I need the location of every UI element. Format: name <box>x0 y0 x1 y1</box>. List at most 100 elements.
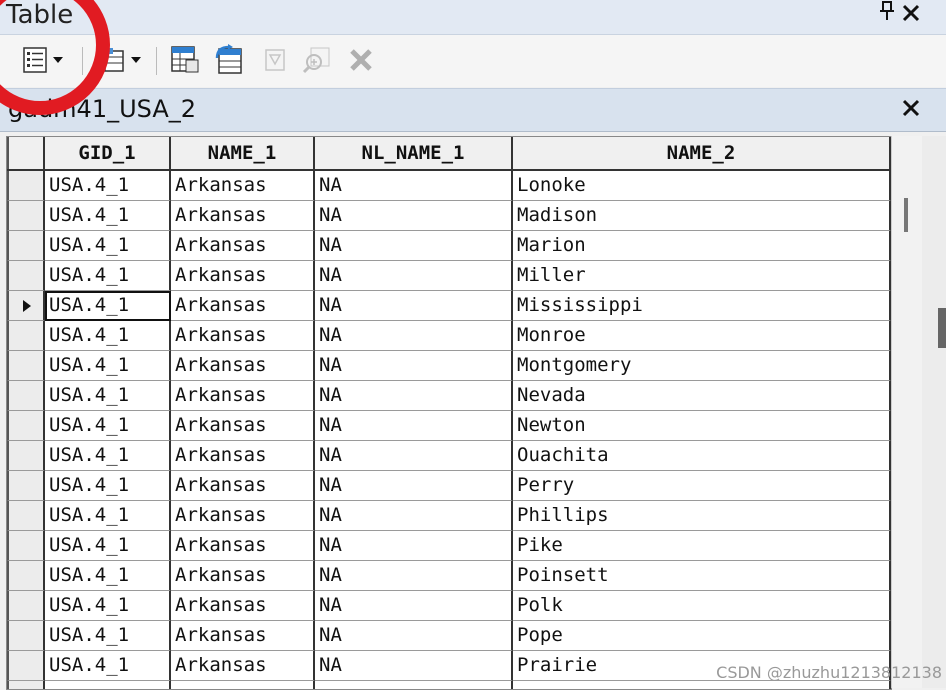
name-1-cell[interactable]: Arkansas <box>171 171 315 201</box>
gid-1-cell[interactable]: USA.4_1 <box>45 381 171 411</box>
nl-name-1-cell[interactable]: NA <box>315 441 513 471</box>
gid-1-cell[interactable]: USA.4_1 <box>45 351 171 381</box>
nl-name-1-cell[interactable]: NA <box>315 381 513 411</box>
gid-1-cell[interactable]: USA.4_1 <box>45 591 171 621</box>
gid-1-cell[interactable]: USA.4_1 <box>45 441 171 471</box>
name-1-cell[interactable]: Arkansas <box>171 561 315 591</box>
row-selector[interactable] <box>7 261 45 291</box>
row-selector[interactable] <box>7 321 45 351</box>
gid-1-cell[interactable]: USA.4_1 <box>45 261 171 291</box>
close-icon[interactable] <box>902 0 920 29</box>
column-header-nl-name-1[interactable]: NL_NAME_1 <box>315 137 513 169</box>
gid-1-cell[interactable]: USA.4_1 <box>45 501 171 531</box>
name-1-cell[interactable]: Arkansas <box>171 621 315 651</box>
switch-selection-button[interactable] <box>210 43 250 77</box>
name-2-cell[interactable]: Ouachita <box>513 441 891 471</box>
scrollbar-thumb[interactable] <box>904 198 908 232</box>
name-1-cell[interactable]: Arkansas <box>171 591 315 621</box>
name-1-cell[interactable]: Arkansas <box>171 441 315 471</box>
table-row[interactable] <box>7 681 891 689</box>
gid-1-cell[interactable]: USA.4_1 <box>45 321 171 351</box>
name-2-cell[interactable]: Perry <box>513 471 891 501</box>
row-selector[interactable] <box>7 381 45 411</box>
clear-selection-button[interactable] <box>258 43 292 77</box>
row-selector[interactable] <box>7 231 45 261</box>
gid-1-cell[interactable]: USA.4_1 <box>45 171 171 201</box>
table-row[interactable]: USA.4_1 Arkansas NA Ouachita <box>7 441 891 471</box>
gid-1-cell[interactable]: USA.4_1 <box>45 411 171 441</box>
name-2-cell[interactable]: Madison <box>513 201 891 231</box>
nl-name-1-cell[interactable]: NA <box>315 201 513 231</box>
pin-icon[interactable] <box>878 0 896 29</box>
row-selector[interactable] <box>7 351 45 381</box>
nl-name-1-cell[interactable]: NA <box>315 321 513 351</box>
name-1-cell[interactable]: Arkansas <box>171 501 315 531</box>
table-row[interactable]: USA.4_1 Arkansas NA Lonoke <box>7 171 891 201</box>
name-2-cell[interactable]: Mississippi <box>513 291 891 321</box>
name-1-cell[interactable]: Arkansas <box>171 321 315 351</box>
nl-name-1-cell[interactable]: NA <box>315 591 513 621</box>
row-selector[interactable] <box>7 291 45 321</box>
row-selector[interactable] <box>7 681 45 689</box>
row-selector[interactable] <box>7 171 45 201</box>
nl-name-1-cell[interactable]: NA <box>315 651 513 681</box>
name-2-cell[interactable] <box>513 681 891 689</box>
table-row[interactable]: USA.4_1 Arkansas NA Montgomery <box>7 351 891 381</box>
name-1-cell[interactable]: Arkansas <box>171 231 315 261</box>
resize-grip[interactable] <box>938 308 946 348</box>
zoom-to-selected-button[interactable] <box>298 43 336 77</box>
gid-1-cell[interactable]: USA.4_1 <box>45 231 171 261</box>
name-1-cell[interactable]: Arkansas <box>171 351 315 381</box>
table-tab[interactable]: gadm41_USA_2 <box>0 88 946 132</box>
gid-1-cell[interactable] <box>45 681 171 689</box>
gid-1-cell[interactable]: USA.4_1 <box>45 471 171 501</box>
nl-name-1-cell[interactable]: NA <box>315 501 513 531</box>
row-selector[interactable] <box>7 621 45 651</box>
name-1-cell[interactable]: Arkansas <box>171 201 315 231</box>
nl-name-1-cell[interactable]: NA <box>315 621 513 651</box>
name-2-cell[interactable]: Nevada <box>513 381 891 411</box>
name-2-cell[interactable]: Poinsett <box>513 561 891 591</box>
table-row[interactable]: USA.4_1 Arkansas NA Miller <box>7 261 891 291</box>
name-2-cell[interactable]: Marion <box>513 231 891 261</box>
table-row[interactable]: USA.4_1 Arkansas NA Monroe <box>7 321 891 351</box>
name-2-cell[interactable]: Monroe <box>513 321 891 351</box>
gid-1-cell[interactable]: USA.4_1 <box>45 621 171 651</box>
table-row[interactable]: USA.4_1 Arkansas NA Newton <box>7 411 891 441</box>
name-2-cell[interactable]: Pike <box>513 531 891 561</box>
nl-name-1-cell[interactable]: NA <box>315 261 513 291</box>
delete-selected-button[interactable] <box>344 43 378 77</box>
gid-1-cell[interactable]: USA.4_1 <box>45 651 171 681</box>
column-header-name-1[interactable]: NAME_1 <box>171 137 315 169</box>
name-2-cell[interactable]: Montgomery <box>513 351 891 381</box>
gid-1-cell[interactable]: USA.4_1 <box>45 531 171 561</box>
nl-name-1-cell[interactable]: NA <box>315 561 513 591</box>
close-icon[interactable] <box>902 93 920 126</box>
name-1-cell[interactable]: Arkansas <box>171 471 315 501</box>
nl-name-1-cell[interactable]: NA <box>315 231 513 261</box>
name-1-cell[interactable]: Arkansas <box>171 291 315 321</box>
nl-name-1-cell[interactable]: NA <box>315 411 513 441</box>
table-row[interactable]: USA.4_1 Arkansas NA Marion <box>7 231 891 261</box>
table-row[interactable]: USA.4_1 Arkansas NA Phillips <box>7 501 891 531</box>
name-1-cell[interactable]: Arkansas <box>171 381 315 411</box>
row-selector[interactable] <box>7 441 45 471</box>
table-row[interactable]: USA.4_1 Arkansas NA Poinsett <box>7 561 891 591</box>
vertical-scrollbar[interactable] <box>891 136 922 688</box>
name-2-cell[interactable]: Polk <box>513 591 891 621</box>
nl-name-1-cell[interactable]: NA <box>315 351 513 381</box>
name-1-cell[interactable]: Arkansas <box>171 531 315 561</box>
table-row[interactable]: USA.4_1 Arkansas NA Pope <box>7 621 891 651</box>
name-2-cell[interactable]: Lonoke <box>513 171 891 201</box>
select-by-attributes-button[interactable] <box>166 43 204 77</box>
table-row[interactable]: USA.4_1 Arkansas NA Madison <box>7 201 891 231</box>
row-selector[interactable] <box>7 591 45 621</box>
nl-name-1-cell[interactable]: NA <box>315 291 513 321</box>
name-1-cell[interactable]: Arkansas <box>171 261 315 291</box>
row-selector[interactable] <box>7 651 45 681</box>
table-row[interactable]: USA.4_1 Arkansas NA Mississippi <box>7 291 891 321</box>
name-2-cell[interactable]: Phillips <box>513 501 891 531</box>
table-row[interactable]: USA.4_1 Arkansas NA Perry <box>7 471 891 501</box>
column-header-name-2[interactable]: NAME_2 <box>513 137 891 169</box>
row-selector[interactable] <box>7 471 45 501</box>
